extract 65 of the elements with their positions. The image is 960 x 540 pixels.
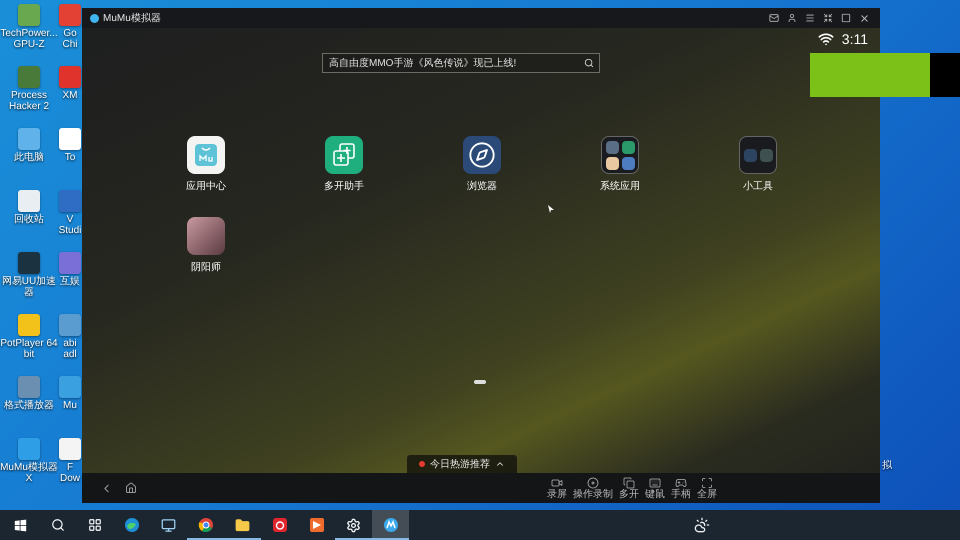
desktop-shortcut-label: XM xyxy=(62,90,78,101)
desktop-shortcut-label: 拟 xyxy=(882,458,893,472)
plus-squares-icon[interactable] xyxy=(325,136,363,174)
toolbar-button[interactable]: 录屏 xyxy=(544,476,570,500)
record-icon xyxy=(587,476,599,488)
desktop-shortcut-label: To xyxy=(64,152,76,163)
folder-icon[interactable] xyxy=(601,136,639,174)
settings-icon xyxy=(346,518,361,532)
shrink-icon[interactable] xyxy=(821,11,835,25)
mouse-cursor-icon xyxy=(548,205,554,213)
music-app-icon xyxy=(272,517,288,533)
game-icon[interactable] xyxy=(187,217,225,255)
app-label: 应用中心 xyxy=(186,180,226,193)
desktop-shortcut-label: F Dow xyxy=(58,462,81,484)
compass-icon[interactable] xyxy=(463,136,501,174)
desktop-shortcut-label: 互娱 xyxy=(59,276,81,287)
taskbar-button[interactable] xyxy=(372,510,409,540)
computer-icon xyxy=(161,518,176,532)
desktop-shortcut-label: Process Hacker 2 xyxy=(8,90,50,112)
toolbar-button[interactable]: 手柄 xyxy=(668,476,694,500)
search-icon[interactable] xyxy=(584,58,594,68)
toolbar-button[interactable]: 全屏 xyxy=(694,476,720,500)
hot-games-button[interactable]: 今日热游推荐 xyxy=(407,455,517,473)
desktop-shortcut-label: Mu xyxy=(62,400,78,411)
wifi-icon xyxy=(818,31,834,47)
windows-icon xyxy=(14,518,27,532)
window-title: MuMu模拟器 xyxy=(103,12,162,25)
player-app-icon xyxy=(308,517,324,533)
page-indicator-icon xyxy=(474,380,486,384)
desktop-shortcut-label: TechPower... GPU-Z xyxy=(0,28,58,50)
desktop-shortcut-label: abi adl xyxy=(62,338,78,360)
folder-icon xyxy=(235,518,250,532)
weather-icon[interactable] xyxy=(694,517,710,533)
copy-icon xyxy=(623,476,635,488)
task-view-icon xyxy=(88,518,102,532)
toolbar-button[interactable]: 多开 xyxy=(616,476,642,500)
fullscreen-icon xyxy=(701,476,713,488)
desktop-shortcut-label: Go Chi xyxy=(61,28,78,50)
search-field[interactable]: 高自由度MMO手游《风色传说》现已上线! xyxy=(322,53,600,73)
toolbar-button[interactable]: 操作录制 xyxy=(570,476,616,500)
browser-icon xyxy=(198,517,214,533)
desktop-shortcut-label: 此电脑 xyxy=(13,152,45,163)
app-label: 阴阳师 xyxy=(191,261,221,274)
browser-icon xyxy=(124,517,140,533)
desktop-shortcut-label: 格式播放器 xyxy=(3,400,55,411)
desktop-shortcut-label: PotPlayer 64 bit xyxy=(0,338,58,360)
search-icon xyxy=(50,518,64,532)
desktop-shortcut-label: MuMu模拟器X xyxy=(0,462,58,484)
app-label: 小工具 xyxy=(743,180,773,193)
toolbar-button[interactable]: 键鼠 xyxy=(642,476,668,500)
app-store-icon[interactable] xyxy=(187,136,225,174)
app-logo-icon xyxy=(90,14,99,22)
record-dot-icon xyxy=(419,461,425,467)
app-icon xyxy=(382,517,398,533)
gamepad-icon xyxy=(675,476,687,488)
desktop-shortcut-label: V Studi xyxy=(58,214,82,236)
app-label: 浏览器 xyxy=(467,180,497,193)
app-label: 多开助手 xyxy=(324,180,364,193)
app-label: 系统应用 xyxy=(600,180,640,193)
keyboard-icon xyxy=(649,476,661,488)
camera-icon xyxy=(551,476,563,488)
clock-time: 3:11 xyxy=(842,31,868,47)
desktop-shortcut-label: 回收站 xyxy=(13,214,45,225)
desktop-shortcut-label: 网易UU加速器 xyxy=(0,276,58,298)
maximize-icon[interactable] xyxy=(839,11,853,25)
